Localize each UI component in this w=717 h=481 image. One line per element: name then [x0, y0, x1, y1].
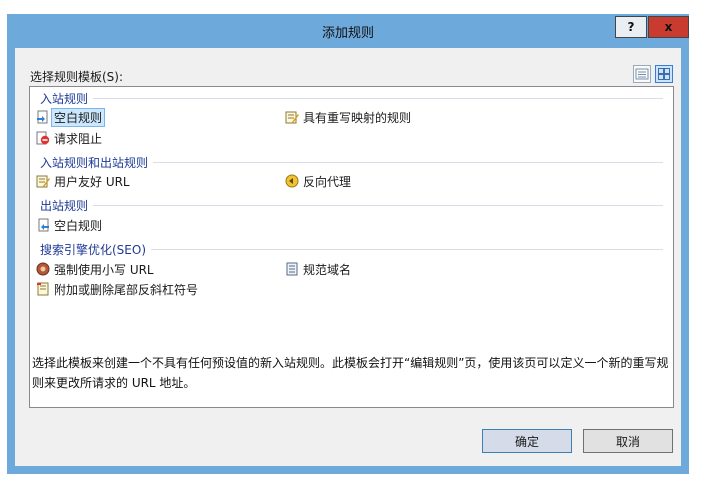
- template-label: 空白规则: [54, 218, 103, 233]
- ok-button[interactable]: 确定: [482, 429, 572, 453]
- template-selector-label: 选择规则模板(S):: [30, 70, 124, 84]
- template-append-remove-trailing-slash[interactable]: 附加或删除尾部反斜杠符号: [36, 280, 198, 298]
- reverse-proxy-icon: [285, 174, 299, 188]
- template-reverse-proxy[interactable]: 反向代理: [285, 172, 351, 190]
- group-header-seo: 搜索引擎优化(SEO): [40, 242, 663, 257]
- outbound-blank-rule-icon: [38, 218, 49, 232]
- template-user-friendly-url[interactable]: 用户友好 URL: [36, 172, 130, 190]
- template-label: 规范域名: [303, 262, 352, 277]
- template-label: 空白规则: [51, 107, 106, 127]
- template-label: 反向代理: [303, 174, 352, 189]
- dialog-title: 添加规则: [321, 26, 374, 41]
- group-header-label: 入站规则: [40, 91, 89, 106]
- group-divider: [153, 161, 663, 163]
- group-header-inbound-outbound: 入站规则和出站规则: [40, 155, 663, 170]
- group-divider: [93, 97, 663, 99]
- template-outbound-blank-rule[interactable]: 空白规则: [36, 216, 102, 234]
- template-rule-with-rewrite-map[interactable]: 具有重写映射的规则: [285, 108, 411, 126]
- cancel-button[interactable]: 取消: [583, 429, 673, 453]
- help-button[interactable]: ?: [615, 16, 647, 38]
- dialog-content: 选择规则模板(S): 入站规则 空白规则 具有重写映射的规则 请求阻止 入站规则…: [15, 48, 681, 466]
- group-header-label: 入站规则和出站规则: [40, 155, 149, 170]
- group-header-label: 出站规则: [40, 198, 89, 213]
- template-canonical-domain-name[interactable]: 规范域名: [285, 260, 351, 278]
- template-enforce-lowercase-url[interactable]: 强制使用小写 URL: [36, 260, 154, 278]
- close-button[interactable]: x: [648, 16, 689, 38]
- tiles-view-icon: [658, 68, 670, 80]
- template-description: 选择此模板来创建一个不具有任何预设值的新入站规则。此模板会打开“编辑规则”页，使…: [29, 351, 674, 408]
- blank-rule-icon: [37, 110, 48, 124]
- group-header-inbound: 入站规则: [40, 91, 663, 106]
- template-label: 用户友好 URL: [54, 174, 130, 189]
- details-view-icon: [635, 68, 649, 80]
- lowercase-url-icon: [36, 262, 50, 276]
- template-request-blocking[interactable]: 请求阻止: [36, 129, 102, 147]
- template-label: 具有重写映射的规则: [303, 110, 412, 125]
- canonical-domain-icon: [286, 262, 298, 276]
- template-inbound-blank-rule[interactable]: 空白规则: [36, 107, 106, 127]
- help-icon: ?: [627, 20, 635, 34]
- template-label: 强制使用小写 URL: [54, 262, 154, 277]
- title-bar[interactable]: 添加规则 ? x: [7, 14, 689, 48]
- group-divider: [93, 204, 663, 206]
- user-friendly-url-icon: [36, 175, 50, 188]
- details-view-button[interactable]: [633, 65, 651, 83]
- group-header-outbound: 出站规则: [40, 198, 663, 213]
- rule-template-list[interactable]: 入站规则 空白规则 具有重写映射的规则 请求阻止 入站规则和出站规则 用户友好 …: [29, 86, 674, 352]
- group-divider: [151, 248, 663, 250]
- trailing-slash-icon: [37, 282, 49, 296]
- close-icon: x: [664, 20, 673, 34]
- template-label: 请求阻止: [54, 131, 103, 146]
- rewrite-map-icon: [285, 111, 299, 124]
- add-rule-dialog: 添加规则 ? x 选择规则模板(S): 入站规则 空白规则 具有重写映射的规则 …: [7, 14, 689, 474]
- tiles-view-button[interactable]: [655, 65, 673, 83]
- template-label: 附加或删除尾部反斜杠符号: [54, 282, 199, 297]
- group-header-label: 搜索引擎优化(SEO): [40, 242, 147, 257]
- request-blocking-icon: [36, 131, 50, 145]
